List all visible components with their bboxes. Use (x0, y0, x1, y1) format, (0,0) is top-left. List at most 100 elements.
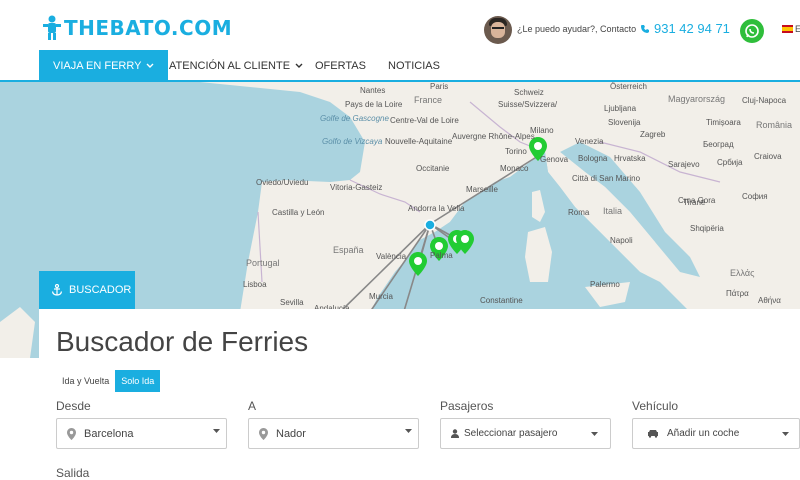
site-logo[interactable]: THEBATO.COM (42, 14, 232, 42)
location-pin-icon (259, 427, 268, 440)
map-label: Italia (603, 206, 623, 216)
vehiculo-label: Vehículo (632, 399, 679, 413)
map-label: Roma (568, 208, 590, 217)
destination-marker-icon[interactable] (456, 230, 474, 254)
map-label: Bologna (578, 154, 608, 163)
spain-flag-icon (782, 25, 793, 33)
map-label: Vitoria-Gasteiz (330, 183, 383, 192)
map-label: España (333, 245, 364, 255)
map-label: Hrvatska (614, 154, 646, 163)
trip-type-tabs: Ida y Vuelta Solo Ida (56, 370, 161, 392)
map-label: Slovenija (608, 118, 641, 127)
map-label: Napoli (610, 236, 633, 245)
language-selector[interactable]: E (782, 24, 800, 34)
map-label: Nouvelle-Aquitaine (385, 137, 453, 146)
location-pin-icon (67, 427, 76, 440)
map-label: Milano (530, 126, 554, 135)
caret-down-icon (591, 432, 598, 436)
anchor-icon (51, 284, 63, 296)
map-label: Paris (430, 82, 449, 91)
buscador-tab-label: BUSCADOR (69, 284, 132, 296)
map-label: Palma (430, 251, 453, 260)
map-label: Србија (717, 158, 743, 167)
map-label: Πάτρα (726, 289, 749, 298)
map-label: Constantine (480, 296, 523, 305)
map-label: France (414, 95, 443, 105)
a-select[interactable]: Nador (248, 418, 419, 449)
nav-noticias[interactable]: NOTICIAS (388, 50, 440, 82)
map-label: România (756, 120, 793, 130)
map-label: Shqipëria (690, 224, 724, 233)
map-label: Monaco (500, 164, 529, 173)
map-label: Venezia (575, 137, 604, 146)
map-label: Timișoara (706, 118, 741, 127)
map-label: Sevilla (280, 298, 304, 307)
vehiculo-value: Añadir un coche (667, 428, 740, 439)
nav-ofertas[interactable]: OFERTAS (315, 50, 366, 82)
phone-icon (641, 24, 649, 33)
map-label: Sarajevo (668, 160, 700, 169)
map-label: Ελλάς (730, 268, 755, 278)
map-label: Crna Gora (678, 196, 716, 205)
chevron-down-icon (295, 63, 303, 68)
map-label: Österreich (610, 82, 647, 91)
nav-atencion-al-cliente[interactable]: ATENCIÓN AL CLIENTE (169, 50, 303, 82)
caret-down-icon (213, 429, 220, 433)
caret-down-icon (405, 429, 412, 433)
buscador-tab[interactable]: BUSCADOR (39, 271, 135, 309)
language-code: E (795, 24, 800, 34)
phone-link[interactable]: 931 42 94 71 (640, 21, 730, 36)
map-label: Portugal (246, 258, 280, 268)
logo-mascot-icon (43, 15, 61, 40)
map-label: Nantes (360, 86, 386, 95)
map-label: Београд (703, 140, 734, 149)
user-icon (451, 429, 459, 438)
map-label: Genova (540, 155, 569, 164)
pasajeros-label: Pasajeros (440, 399, 494, 413)
caret-down-icon (782, 432, 789, 436)
nav-label: OFERTAS (315, 60, 366, 72)
map-label: Craiova (754, 152, 782, 161)
map-label: Golfo de Vizcaya (322, 137, 383, 146)
pasajeros-select[interactable]: Seleccionar pasajero (440, 418, 611, 449)
map-label: Pays de la Loire (345, 100, 403, 109)
chevron-down-icon (146, 63, 154, 68)
map-label: Zagreb (640, 130, 666, 139)
desde-label: Desde (56, 399, 91, 413)
map-label: Torino (505, 147, 527, 156)
destination-marker-icon[interactable] (409, 252, 427, 276)
help-contact-link[interactable]: ¿Le puedo ayudar?, Contacto (517, 24, 636, 34)
map-label: València (376, 252, 407, 261)
map-label: Golfe de Gascogne (320, 114, 389, 123)
desde-select[interactable]: Barcelona (56, 418, 227, 449)
a-value: Nador (276, 427, 306, 440)
logo-text: THEBATO.COM (64, 16, 233, 40)
map-label: Schweiz (514, 88, 544, 97)
nav-label: NOTICIAS (388, 60, 440, 72)
car-icon (648, 430, 658, 438)
page-title: Buscador de Ferries (56, 326, 309, 357)
main-nav: VIAJA EN FERRY ATENCIÓN AL CLIENTE OFERT… (0, 50, 800, 82)
nav-label: ATENCIÓN AL CLIENTE (169, 60, 291, 72)
map-label: Oviedo/Uviedu (256, 178, 309, 187)
tab-ida-y-vuelta[interactable]: Ida y Vuelta (56, 370, 115, 392)
a-label: A (248, 399, 257, 413)
map-label: Centre-Val de Loire (390, 116, 459, 125)
tab-solo-ida[interactable]: Solo Ida (115, 370, 161, 392)
vehiculo-select[interactable]: Añadir un coche (632, 418, 800, 449)
map-label: Suisse/Svizzera/ (498, 100, 558, 109)
map-label: Cluj-Napoca (742, 96, 787, 105)
nav-label: VIAJA EN FERRY (53, 60, 142, 72)
map-label: Città di San Marino (572, 174, 641, 183)
whatsapp-button[interactable] (740, 19, 764, 43)
map-label: Marseille (466, 185, 499, 194)
map-label: Lisboa (243, 280, 267, 289)
phone-number: 931 42 94 71 (654, 21, 730, 36)
site-header: THEBATO.COM ¿Le puedo ayudar?, Contacto … (0, 0, 800, 50)
desde-value: Barcelona (84, 427, 134, 440)
nav-viaja-en-ferry[interactable]: VIAJA EN FERRY (39, 50, 169, 82)
whatsapp-icon (745, 24, 759, 38)
map-label: Castilla y León (272, 208, 325, 217)
map-label: Palermo (590, 280, 620, 289)
map-label: Murcia (369, 292, 394, 301)
